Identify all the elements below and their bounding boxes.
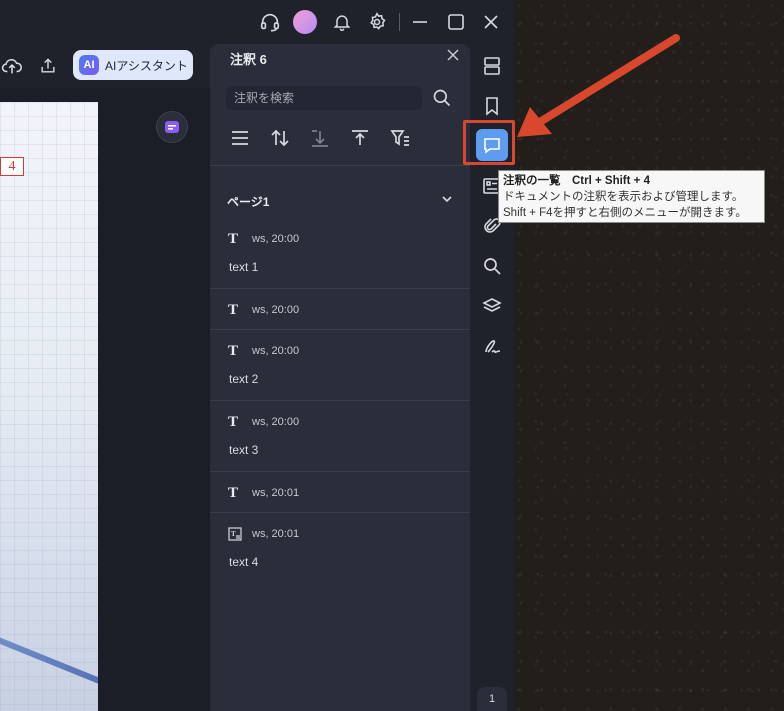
bookmark-icon[interactable]	[480, 94, 504, 118]
title-separator	[399, 13, 400, 31]
panel-close-icon[interactable]	[446, 48, 460, 67]
annotation-item[interactable]: T ws, 20:00 text 1	[210, 218, 470, 289]
panel-title: 注釈 6	[230, 52, 267, 67]
text-T-icon: T	[228, 485, 239, 501]
highlight-box	[463, 120, 515, 165]
ai-assistant-button[interactable]: AI AIアシスタント	[73, 50, 193, 80]
text-T-icon: T	[228, 302, 239, 318]
svg-text:T: T	[231, 530, 236, 538]
close-window-icon[interactable]	[479, 10, 503, 34]
chevron-down-icon[interactable]	[440, 192, 454, 211]
search-icon[interactable]	[480, 254, 504, 278]
annotation-search-input[interactable]	[226, 86, 422, 110]
share-icon[interactable]	[36, 54, 60, 78]
annotation-item[interactable]: T ws, 20:00 text 2	[210, 330, 470, 401]
tooltip-title: 注釈の一覧 Ctrl + Shift + 4	[503, 175, 650, 187]
annotation-text: text 1	[229, 260, 259, 274]
user-avatar[interactable]	[293, 10, 317, 34]
annotation-author-time: ws, 20:01	[252, 487, 300, 499]
annotation-author-time: ws, 20:00	[252, 233, 300, 245]
page-group-label[interactable]: ページ1	[227, 193, 269, 210]
floating-tool-button[interactable]	[156, 111, 188, 143]
settings-gear-icon[interactable]	[365, 10, 389, 34]
annotation-item[interactable]: T ws, 20:00 text 3	[210, 401, 470, 472]
signature-pen-icon[interactable]	[480, 334, 504, 358]
text-T-icon: T	[228, 343, 239, 359]
annotation-text: text 3	[229, 443, 259, 457]
textbox-icon: T	[228, 527, 242, 541]
annotation-item[interactable]: T ws, 20:01	[210, 472, 470, 513]
page-indicator[interactable]: 1	[477, 687, 507, 711]
sort-icon[interactable]	[270, 128, 290, 148]
tooltip: 注釈の一覧 Ctrl + Shift + 4 ドキュメントの注釈を表示および管理…	[498, 170, 765, 223]
annotation-author-time: ws, 20:00	[252, 416, 300, 428]
annotation-author-time: ws, 20:00	[252, 345, 300, 357]
page-grid	[0, 102, 98, 711]
annotation-text: text 2	[229, 372, 259, 386]
collapse-all-icon[interactable]	[310, 128, 330, 148]
tooltip-line2: Shift + F4を押すと右側のメニューが開きます。	[503, 207, 747, 219]
minimize-icon[interactable]	[408, 10, 432, 34]
annotation-item[interactable]: T ws, 20:01 text 4	[210, 513, 470, 583]
page-number-annotation[interactable]: 4	[0, 157, 24, 176]
annotation-item[interactable]: T ws, 20:00	[210, 289, 470, 330]
annotation-author-time: ws, 20:00	[252, 304, 300, 316]
document-page[interactable]	[0, 102, 98, 711]
headset-icon[interactable]	[258, 10, 282, 34]
panel-divider	[210, 165, 470, 166]
layers-icon[interactable]	[480, 294, 504, 318]
desktop-background	[514, 0, 784, 711]
annotation-text: text 4	[229, 555, 259, 569]
text-T-icon: T	[228, 231, 239, 247]
text-T-icon: T	[228, 414, 239, 430]
filter-icon[interactable]	[390, 128, 410, 148]
annotation-tools	[230, 128, 410, 148]
menu-list-icon[interactable]	[230, 128, 250, 148]
cloud-upload-icon[interactable]	[0, 54, 24, 78]
app-window: AI AIアシスタント 4 注釈 6 注釈を検索 ページ1 T ws, 20:0…	[0, 0, 514, 711]
title-bar	[0, 0, 514, 44]
ai-assistant-label: AIアシスタント	[105, 58, 188, 73]
annotation-author-time: ws, 20:01	[252, 528, 300, 540]
tooltip-line1: ドキュメントの注釈を表示および管理します。	[503, 191, 744, 203]
page-thumbnails-icon[interactable]	[480, 54, 504, 78]
folder-icon	[165, 121, 179, 133]
expand-all-icon[interactable]	[350, 128, 370, 148]
ai-logo-icon: AI	[79, 55, 99, 75]
search-icon[interactable]	[432, 88, 452, 113]
maximize-icon[interactable]	[444, 10, 468, 34]
annotation-panel: 注釈 6 ページ1	[210, 44, 470, 711]
bell-icon[interactable]	[330, 10, 354, 34]
